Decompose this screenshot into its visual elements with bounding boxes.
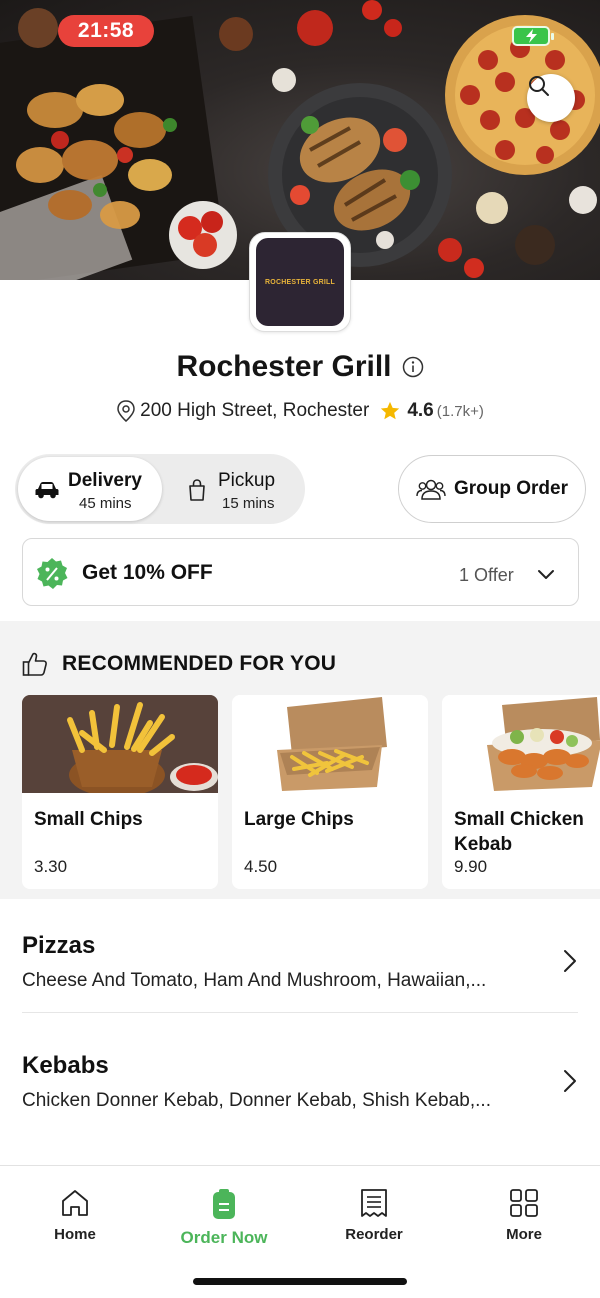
- order-mode-toggle: Delivery 45 mins Pickup 15 mins: [15, 454, 305, 524]
- category-pizzas[interactable]: Pizzas Cheese And Tomato, Ham And Mushro…: [0, 902, 600, 1012]
- restaurant-meta: 200 High Street, Rochester 4.6 (1.7k+): [0, 400, 600, 422]
- rating-count: (1.7k+): [436, 402, 484, 420]
- search-button[interactable]: [527, 74, 575, 122]
- restaurant-address: 200 High Street, Rochester: [140, 400, 370, 421]
- item-name: Small Chicken Kebab: [454, 809, 584, 855]
- recommended-item-card[interactable]: Large Chips 4.50: [232, 695, 428, 889]
- category-title: Kebabs: [22, 1052, 109, 1079]
- small-chips-image: [22, 695, 218, 793]
- chevron-right-icon: [564, 1070, 576, 1092]
- chevron-down-icon: [538, 570, 554, 579]
- grid-icon: [510, 1189, 538, 1217]
- nav-home[interactable]: Home: [15, 1188, 135, 1243]
- offer-count: 1 Offer: [459, 565, 514, 585]
- group-icon: [416, 479, 446, 500]
- chevron-right-icon: [564, 950, 576, 972]
- item-price: 4.50: [244, 857, 278, 876]
- delivery-option[interactable]: Delivery 45 mins: [18, 457, 162, 521]
- receipt-icon: [361, 1189, 387, 1217]
- thumbs-up-icon: [22, 652, 47, 676]
- recommended-title: RECOMMENDED FOR YOU: [62, 652, 337, 675]
- status-time: 21:58: [58, 15, 154, 47]
- item-price: 9.90: [454, 857, 488, 876]
- large-chips-image: [232, 695, 428, 793]
- group-order-label: Group Order: [453, 478, 568, 499]
- discount-badge-icon: [37, 558, 68, 589]
- item-price: 3.30: [34, 857, 68, 876]
- home-icon: [62, 1190, 88, 1216]
- nav-label: Order Now: [180, 1228, 268, 1247]
- order-icon: [213, 1189, 235, 1219]
- pickup-time: 15 mins: [222, 495, 275, 512]
- category-divider: [22, 1012, 578, 1013]
- nav-label: Reorder: [345, 1226, 403, 1243]
- home-indicator: [193, 1278, 407, 1285]
- recommended-heading: RECOMMENDED FOR YOU: [22, 651, 336, 677]
- small-chicken-kebab-image: [442, 695, 600, 793]
- pickup-label: Pickup: [218, 470, 276, 491]
- car-icon: [35, 482, 59, 499]
- search-icon: [529, 76, 549, 96]
- item-name: Large Chips: [244, 809, 354, 830]
- recommended-item-card[interactable]: Small Chicken Kebab 9.90: [442, 695, 600, 889]
- nav-order-now[interactable]: Order Now: [164, 1188, 284, 1248]
- category-description: Cheese And Tomato, Ham And Mushroom, Haw…: [22, 970, 487, 991]
- offer-banner[interactable]: Get 10% OFF 1 Offer: [22, 538, 579, 606]
- pickup-option[interactable]: Pickup 15 mins: [165, 457, 305, 521]
- battery-icon: [512, 26, 554, 46]
- star-icon: [381, 401, 400, 420]
- rating-value: 4.6: [407, 400, 434, 421]
- recommended-section: RECOMMENDED FOR YOU Small Chips 3.30 Lar…: [0, 621, 600, 899]
- restaurant-title-row: Rochester Grill: [0, 350, 600, 384]
- category-kebabs[interactable]: Kebabs Chicken Donner Kebab, Donner Keba…: [0, 1022, 600, 1132]
- nav-more[interactable]: More: [464, 1188, 584, 1243]
- delivery-label: Delivery: [68, 470, 142, 491]
- item-name: Small Chips: [34, 809, 143, 830]
- category-title: Pizzas: [22, 932, 96, 959]
- category-description: Chicken Donner Kebab, Donner Kebab, Shis…: [22, 1090, 491, 1111]
- recommended-item-card[interactable]: Small Chips 3.30: [22, 695, 218, 889]
- info-icon[interactable]: [402, 356, 424, 378]
- group-order-button[interactable]: Group Order: [398, 455, 586, 523]
- delivery-time: 45 mins: [79, 495, 132, 512]
- bag-icon: [189, 479, 205, 501]
- restaurant-name: Rochester Grill: [176, 350, 392, 383]
- nav-label: More: [506, 1226, 542, 1243]
- location-pin-icon: [117, 400, 135, 422]
- nav-reorder[interactable]: Reorder: [314, 1188, 434, 1243]
- nav-label: Home: [54, 1226, 96, 1243]
- restaurant-logo: ROCHESTER GRILL: [249, 232, 351, 332]
- offer-label: Get 10% OFF: [82, 561, 213, 584]
- logo-text: ROCHESTER GRILL: [265, 278, 335, 286]
